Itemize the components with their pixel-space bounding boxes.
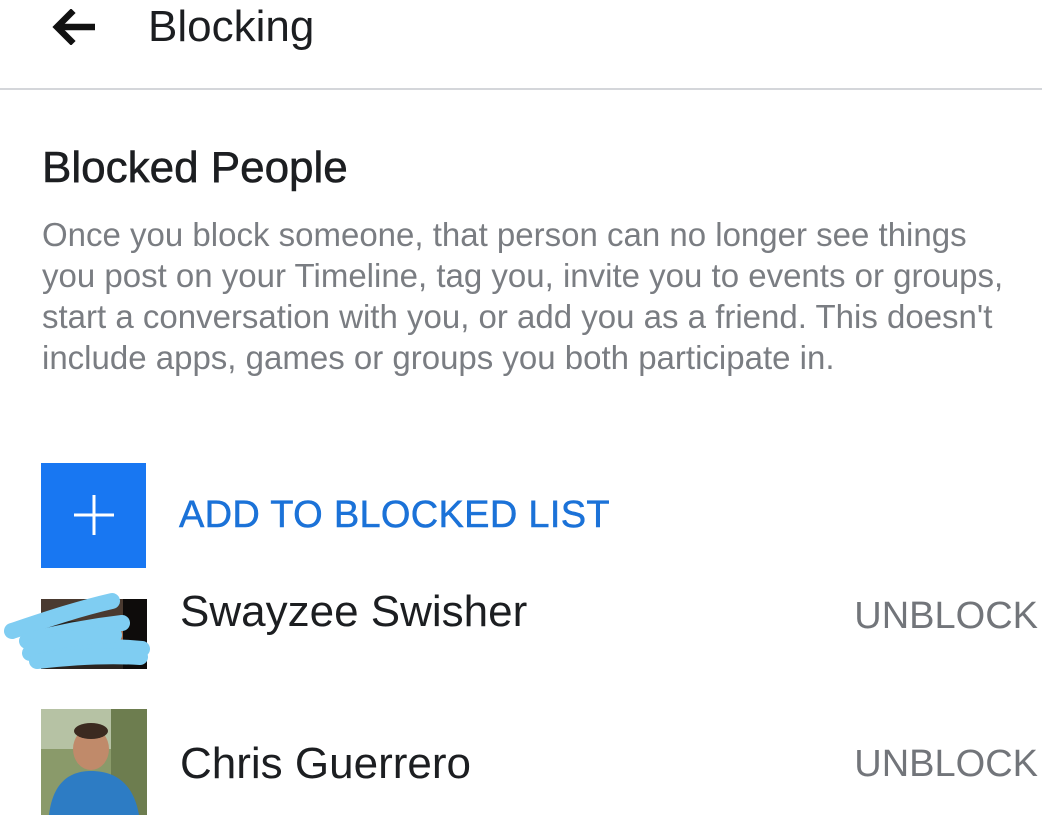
blocked-person-row: Chris Guerrero UNBLOCK [0, 709, 1042, 815]
person-name: Swayzee Swisher [180, 587, 528, 636]
add-to-blocked-list-label: ADD TO BLOCKED LIST [179, 493, 610, 536]
avatar [41, 709, 147, 815]
back-button[interactable] [44, 2, 104, 52]
unblock-button[interactable]: UNBLOCK [854, 743, 1038, 786]
add-box [41, 462, 146, 568]
unblock-button[interactable]: UNBLOCK [854, 595, 1038, 638]
redaction-scribble [4, 593, 150, 669]
blocking-description: Once you block someone, that person can … [42, 216, 1004, 376]
section-title: Blocked People [42, 143, 348, 193]
add-to-blocked-list-button[interactable]: ADD TO BLOCKED LIST [41, 462, 610, 568]
plus-icon [73, 495, 114, 535]
blocked-person-row: Swayzee Swisher UNBLOCK [0, 563, 1042, 669]
app-header: Blocking [0, 0, 1042, 90]
person-name: Chris Guerrero [180, 739, 471, 788]
page-title: Blocking [148, 2, 315, 51]
arrow-left-icon [52, 9, 95, 45]
